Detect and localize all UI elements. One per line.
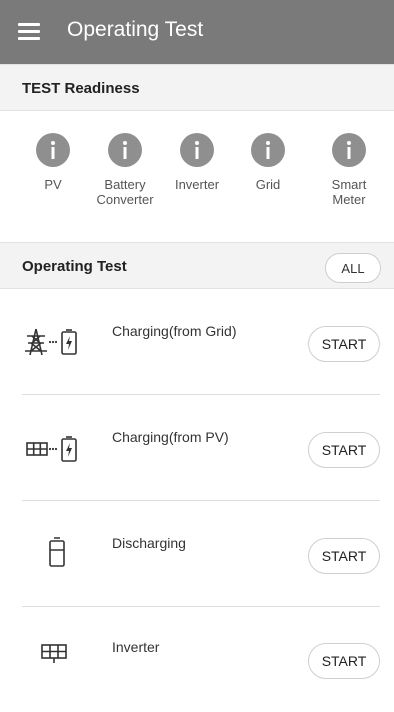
test-label: Charging(from PV) — [112, 429, 229, 445]
readiness-item-battery-converter: Battery Converter — [90, 133, 160, 207]
grid-to-battery-icon — [24, 327, 84, 362]
start-button[interactable]: START — [308, 326, 380, 362]
info-icon — [108, 133, 142, 167]
readiness-item-pv: PV — [18, 133, 88, 192]
page-title: Operating Test — [67, 18, 204, 41]
readiness-item-label: Battery Converter — [96, 177, 154, 207]
test-label: Discharging — [112, 535, 186, 551]
inverter-icon — [40, 641, 68, 670]
start-button[interactable]: START — [308, 538, 380, 574]
readiness-item-grid: Grid — [233, 133, 303, 192]
test-row-inverter: Inverter START — [0, 607, 394, 712]
test-row-discharging: Discharging START — [0, 501, 394, 606]
info-icon — [332, 133, 366, 167]
readiness-status-row: PV Battery Converter Inverter Grid Smart… — [0, 111, 394, 235]
readiness-item-label: Grid — [255, 177, 281, 192]
readiness-item-smart-meter: Smart Meter — [314, 133, 384, 207]
info-icon — [180, 133, 214, 167]
hamburger-menu-icon[interactable] — [18, 23, 40, 41]
operating-test-header-label: Operating Test — [22, 258, 127, 275]
info-icon — [251, 133, 285, 167]
readiness-header-label: TEST Readiness — [22, 80, 140, 97]
pv-to-battery-icon — [24, 434, 84, 469]
test-row-charging-grid: Charging(from Grid) START — [0, 289, 394, 394]
readiness-item-label: PV — [44, 177, 62, 192]
readiness-item-inverter: Inverter — [162, 133, 232, 192]
operating-test-section-header: Operating Test ALL — [0, 242, 394, 289]
battery-icon — [47, 536, 67, 573]
test-label: Charging(from Grid) — [112, 323, 237, 339]
test-row-charging-pv: Charging(from PV) START — [0, 395, 394, 500]
readiness-item-label: Inverter — [174, 177, 220, 192]
start-button[interactable]: START — [308, 643, 380, 679]
app-bar: Operating Test — [0, 0, 394, 64]
start-button[interactable]: START — [308, 432, 380, 468]
readiness-item-label: Smart Meter — [331, 177, 367, 207]
info-icon — [36, 133, 70, 167]
readiness-section-header: TEST Readiness — [0, 64, 394, 111]
test-label: Inverter — [112, 639, 160, 655]
all-button[interactable]: ALL — [325, 253, 381, 283]
